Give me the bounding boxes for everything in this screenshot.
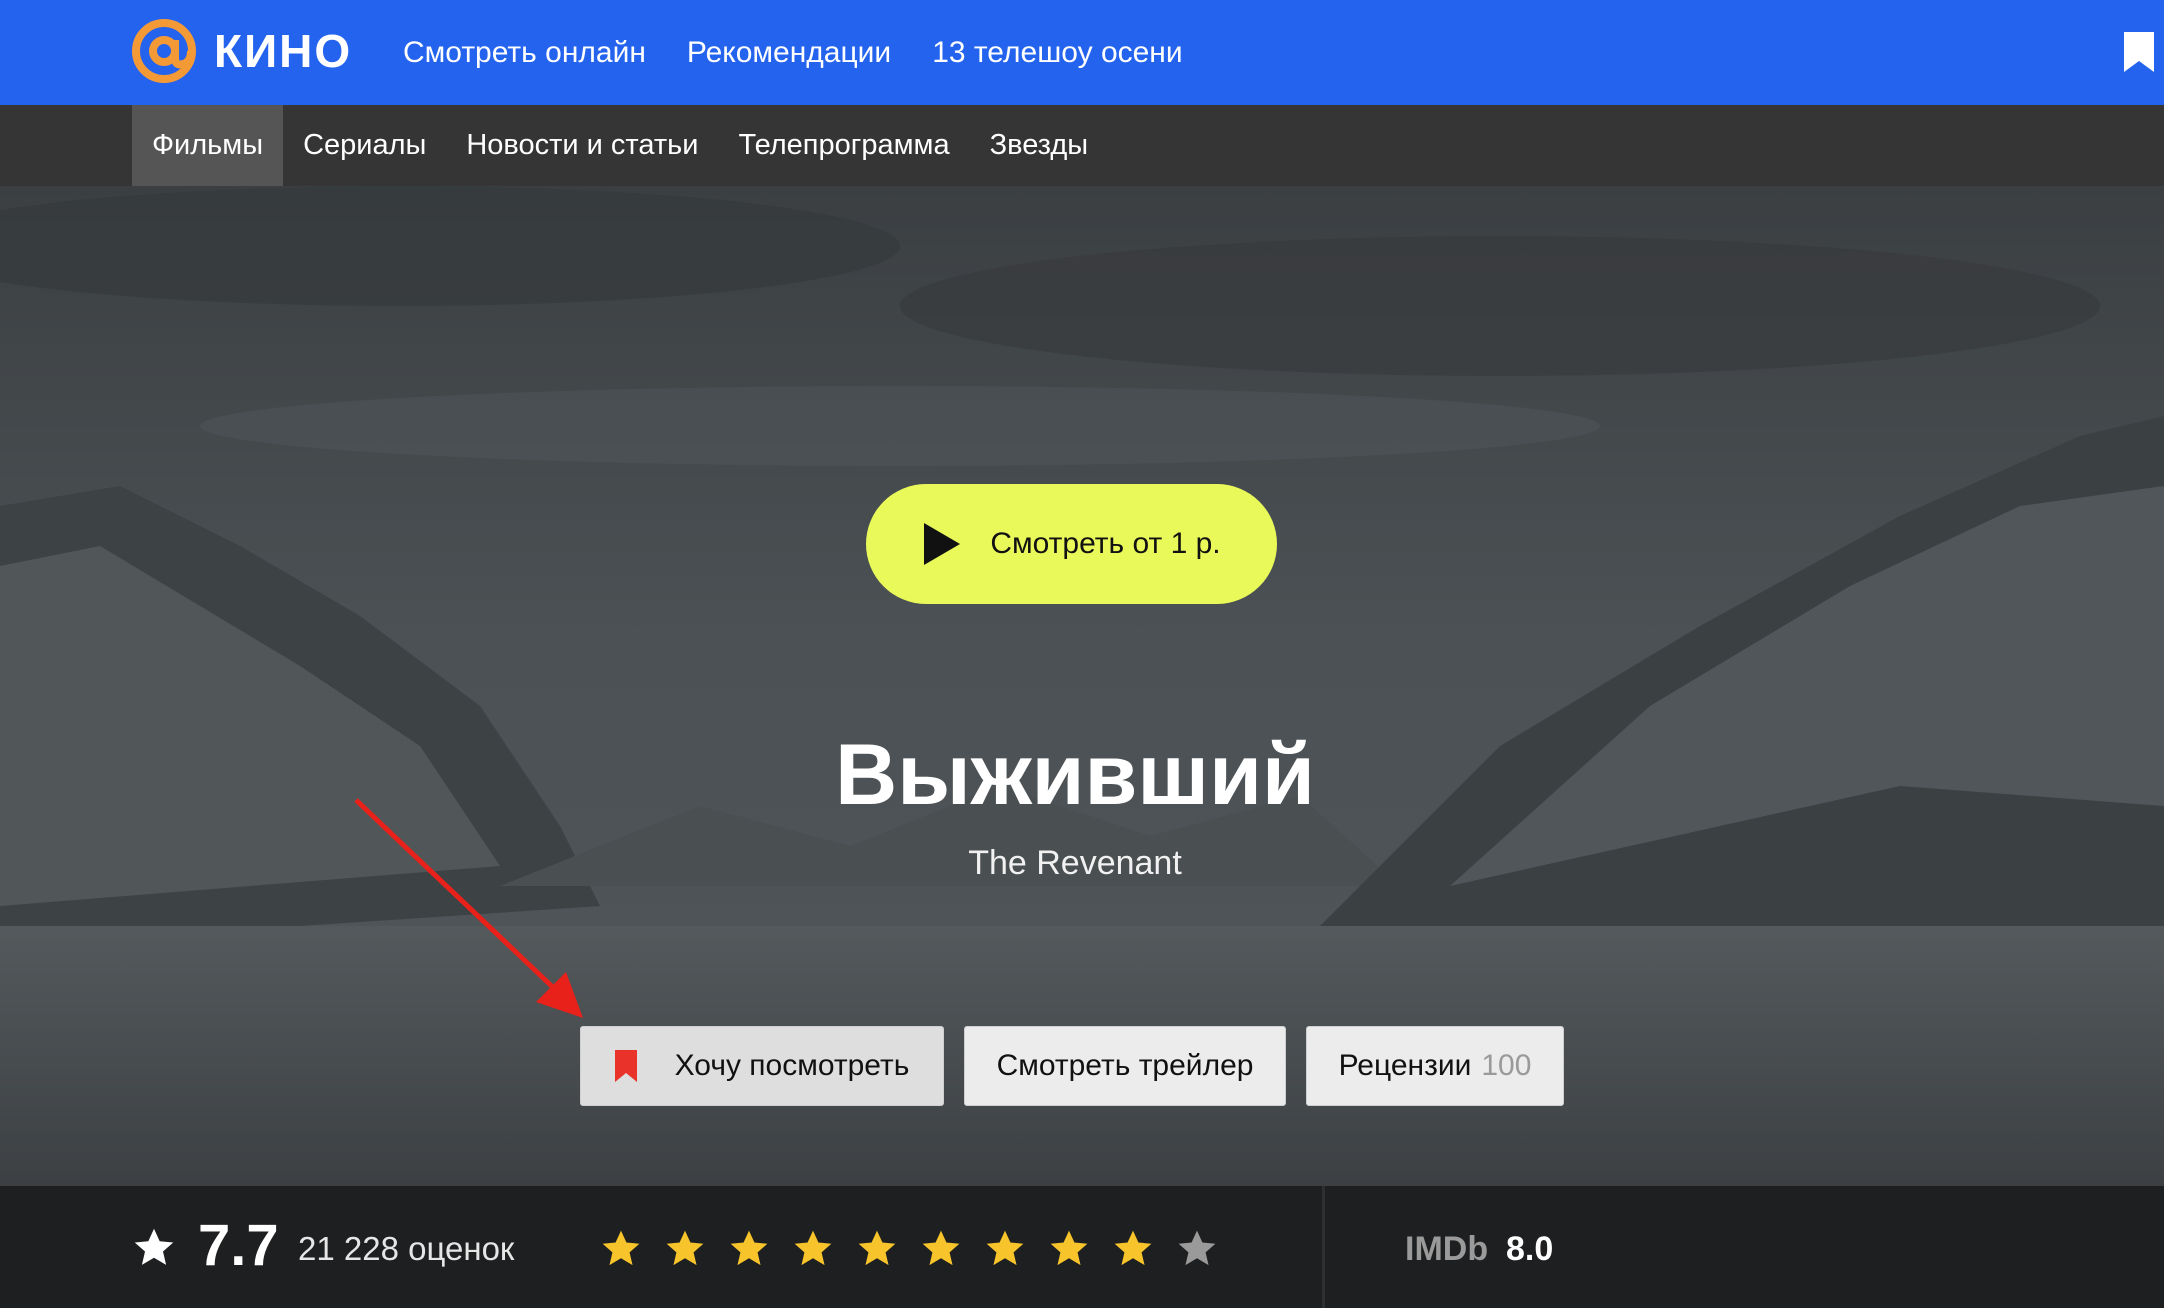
rating-value: 7.7 [198, 1213, 279, 1278]
subnav-item-stars[interactable]: Звезды [970, 105, 1109, 186]
movie-title: Выживший [835, 727, 1315, 823]
rate-stars [600, 1228, 1240, 1270]
annotation-arrow-icon [354, 798, 583, 1018]
watch-online-button[interactable]: Смотреть от 1 р. [866, 484, 1277, 604]
site-logo[interactable]: КИНО [131, 18, 352, 84]
rate-star-7-icon[interactable] [984, 1228, 1026, 1270]
logo-text: КИНО [214, 25, 353, 77]
movie-hero: Смотреть от 1 р. Выживший The Revenant Х… [0, 186, 2164, 1186]
top-header: КИНО Смотреть онлайн Рекомендации 13 тел… [0, 0, 2164, 105]
top-nav: Смотреть онлайн Рекомендации 13 телешоу … [403, 0, 1224, 105]
rate-star-10-icon[interactable] [1176, 1228, 1218, 1270]
rating-bar: 7.7 21 228 оценок IMDb 8.0 [0, 1186, 2164, 1308]
nav-tv-shows-autumn[interactable]: 13 телешоу осени [932, 36, 1182, 70]
movie-original-title: The Revenant [968, 844, 1182, 882]
star-icon [134, 1228, 174, 1265]
rate-star-3-icon[interactable] [728, 1228, 770, 1270]
nav-watch-online[interactable]: Смотреть онлайн [403, 36, 646, 70]
nav-recommendations[interactable]: Рекомендации [687, 36, 891, 70]
watch-trailer-button[interactable]: Смотреть трейлер [964, 1026, 1286, 1106]
reviews-button[interactable]: Рецензии 100 [1306, 1026, 1564, 1106]
play-icon [924, 523, 961, 565]
subnav-item-tv-program[interactable]: Телепрограмма [718, 105, 969, 186]
rate-star-8-icon[interactable] [1048, 1228, 1090, 1270]
imdb-label: IMDb [1405, 1230, 1489, 1268]
subnav-item-news[interactable]: Новости и статьи [446, 105, 718, 186]
rate-star-9-icon[interactable] [1112, 1228, 1154, 1270]
rating-votes-count: 21 228 оценок [298, 1230, 515, 1267]
rate-star-1-icon[interactable] [600, 1228, 642, 1270]
section-nav: Фильмы Сериалы Новости и статьи Телепрог… [0, 105, 2164, 186]
reviews-label: Рецензии [1338, 1049, 1472, 1082]
subnav-item-series[interactable]: Сериалы [283, 105, 446, 186]
rate-star-5-icon[interactable] [856, 1228, 898, 1270]
watch-button-label: Смотреть от 1 р. [990, 527, 1221, 560]
bookmark-icon[interactable] [2124, 32, 2154, 72]
rate-star-4-icon[interactable] [792, 1228, 834, 1270]
bookmark-icon [614, 1050, 637, 1082]
rate-star-6-icon[interactable] [920, 1228, 962, 1270]
want-to-watch-label: Хочу посмотреть [674, 1049, 910, 1082]
watch-trailer-label: Смотреть трейлер [996, 1049, 1254, 1082]
imdb-rating-value: 8.0 [1506, 1230, 1554, 1268]
at-sign-icon [132, 19, 196, 83]
rate-star-2-icon[interactable] [664, 1228, 706, 1270]
subnav-item-films[interactable]: Фильмы [132, 105, 284, 186]
reviews-count: 100 [1481, 1049, 1532, 1082]
divider [1322, 1186, 1325, 1308]
want-to-watch-button[interactable]: Хочу посмотреть [580, 1026, 944, 1106]
